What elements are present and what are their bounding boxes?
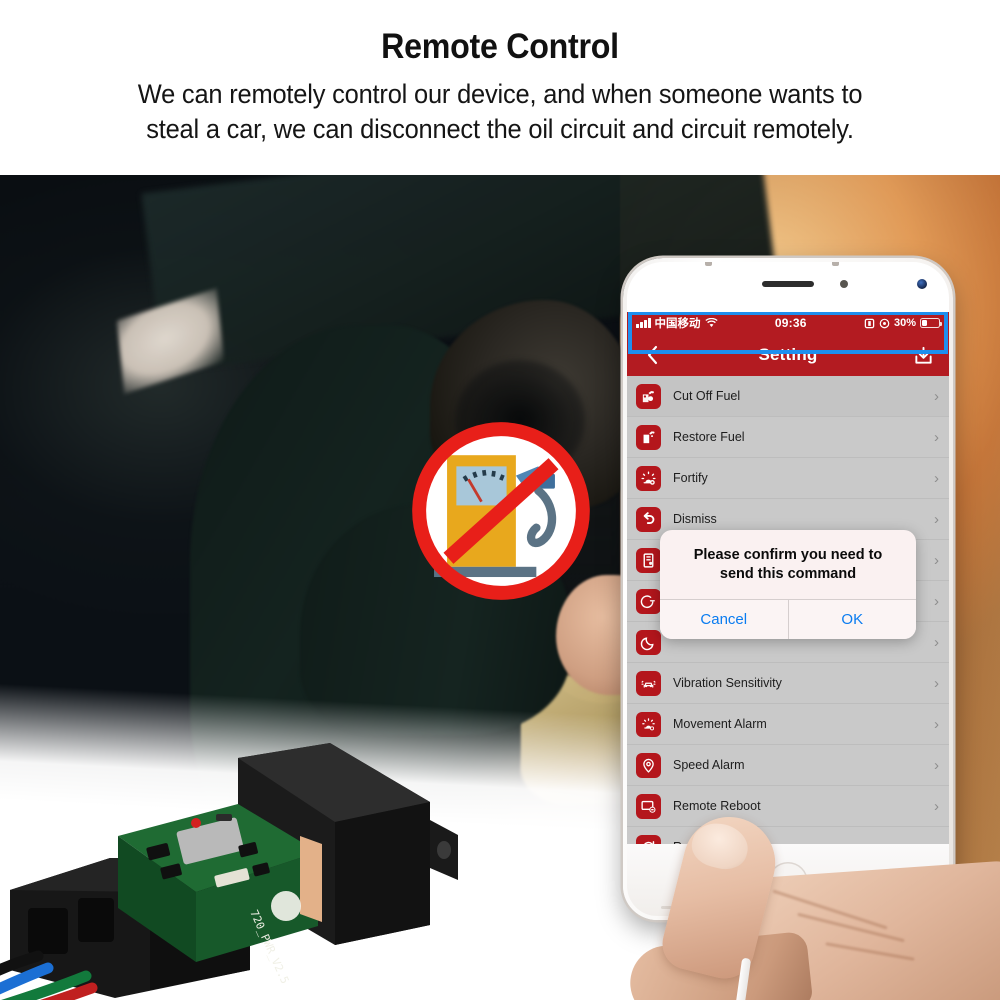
screen-title: Setting xyxy=(758,345,818,364)
undo-arrow-icon xyxy=(636,506,661,532)
app-nav-bar: Setting xyxy=(627,334,949,376)
car-vibration-icon xyxy=(636,670,661,696)
earpiece-speaker xyxy=(762,281,814,287)
horn-icon xyxy=(636,588,661,614)
list-item-label: Cut Off Fuel xyxy=(673,389,741,403)
page-title: Remote Control xyxy=(381,27,619,66)
siren-icon xyxy=(636,465,661,491)
list-item-label: Dismiss xyxy=(673,512,717,526)
smartphone: 中国移动 09:36 30% Setting Cut Off Fuel › Re… xyxy=(623,258,953,920)
phone-body: 中国移动 09:36 30% Setting Cut Off Fuel › Re… xyxy=(627,262,949,916)
battery-icon xyxy=(919,318,943,328)
chevron-right-icon: › xyxy=(934,469,939,487)
moon-icon xyxy=(636,629,661,655)
chevron-right-icon: › xyxy=(934,387,939,405)
signal-bars-icon xyxy=(636,317,651,328)
status-bar: 中国移动 09:36 30% xyxy=(627,312,949,334)
door-icon xyxy=(636,547,661,573)
chevron-right-icon: › xyxy=(934,592,939,610)
status-bar-left: 中国移动 xyxy=(636,315,718,331)
home-button[interactable] xyxy=(768,862,808,902)
alarm-bell-icon xyxy=(636,711,661,737)
list-item[interactable]: Reset› xyxy=(627,827,949,844)
list-item[interactable]: Remote Reboot › xyxy=(627,786,949,827)
wifi-icon xyxy=(704,318,718,327)
antenna-band-left xyxy=(705,262,712,266)
list-item-label: Fortify xyxy=(673,471,708,485)
header-text-block: Remote Control We can remotely control o… xyxy=(0,0,1000,175)
list-item[interactable]: Restore Fuel › xyxy=(627,417,949,458)
carrier-label: 中国移动 xyxy=(654,318,701,330)
chevron-right-icon: › xyxy=(934,510,939,528)
chevron-right-icon: › xyxy=(934,797,939,815)
chevron-right-icon: › xyxy=(934,428,939,446)
status-bar-right: 30% xyxy=(864,317,943,329)
phone-top-hardware xyxy=(627,262,949,312)
subtitle-line-2: steal a car, we can disconnect the oil c… xyxy=(146,114,854,145)
list-item-label: Movement Alarm xyxy=(673,717,767,731)
front-camera-icon xyxy=(917,279,927,289)
product-marketing-image: Remote Control We can remotely control o… xyxy=(0,0,1000,1000)
alarm-clock-icon xyxy=(864,318,875,328)
list-item-label: Vibration Sensitivity xyxy=(673,676,782,690)
dialog-buttons: Cancel OK xyxy=(660,598,916,639)
list-item-label: Remote Reboot xyxy=(673,799,761,813)
list-item[interactable]: Speed Alarm › xyxy=(627,745,949,786)
cancel-button[interactable]: Cancel xyxy=(660,599,788,639)
do-not-disturb-icon xyxy=(879,318,890,328)
proximity-sensor-icon xyxy=(839,280,848,288)
fuel-restore-icon xyxy=(636,424,661,450)
chevron-right-icon: › xyxy=(934,674,939,692)
phone-chin xyxy=(627,844,949,916)
phone-screen: 中国移动 09:36 30% Setting Cut Off Fuel › Re… xyxy=(627,312,949,844)
fuel-cut-icon xyxy=(636,383,661,409)
dialog-message: Please confirm you need to send this com… xyxy=(693,547,883,582)
chevron-right-icon: › xyxy=(934,551,939,569)
antenna-band-right xyxy=(832,262,839,266)
confirm-dialog: Please confirm you need to send this com… xyxy=(660,530,916,639)
gps-tracker-relay-device: 720_PWR_V2.5 xyxy=(0,740,470,1000)
speaker-grille-left xyxy=(661,906,679,909)
no-fuel-pump-icon xyxy=(408,418,594,604)
status-bar-clock: 09:36 xyxy=(774,316,807,330)
ok-button[interactable]: OK xyxy=(787,599,916,639)
monitor-reboot-icon xyxy=(636,793,661,819)
list-item-label: Restore Fuel xyxy=(673,430,745,444)
chevron-right-icon: › xyxy=(934,633,939,651)
chevron-right-icon: › xyxy=(934,715,939,733)
list-item[interactable]: Cut Off Fuel › xyxy=(627,376,949,417)
list-item[interactable]: Movement Alarm › xyxy=(627,704,949,745)
location-pin-icon xyxy=(636,752,661,778)
subtitle-line-1: We can remotely control our device, and … xyxy=(137,79,863,109)
battery-percent-label: 30% xyxy=(893,317,916,329)
list-item[interactable]: Vibration Sensitivity › xyxy=(627,663,949,704)
list-item-label: Speed Alarm xyxy=(673,758,745,772)
back-chevron-icon[interactable] xyxy=(639,342,665,368)
list-item[interactable]: Fortify › xyxy=(627,458,949,499)
chevron-right-icon: › xyxy=(934,756,939,774)
download-icon[interactable] xyxy=(911,342,937,368)
page-subtitle: We can remotely control our device, and … xyxy=(20,77,980,147)
speaker-grille-right xyxy=(897,906,915,909)
reset-arrow-icon xyxy=(636,834,661,844)
